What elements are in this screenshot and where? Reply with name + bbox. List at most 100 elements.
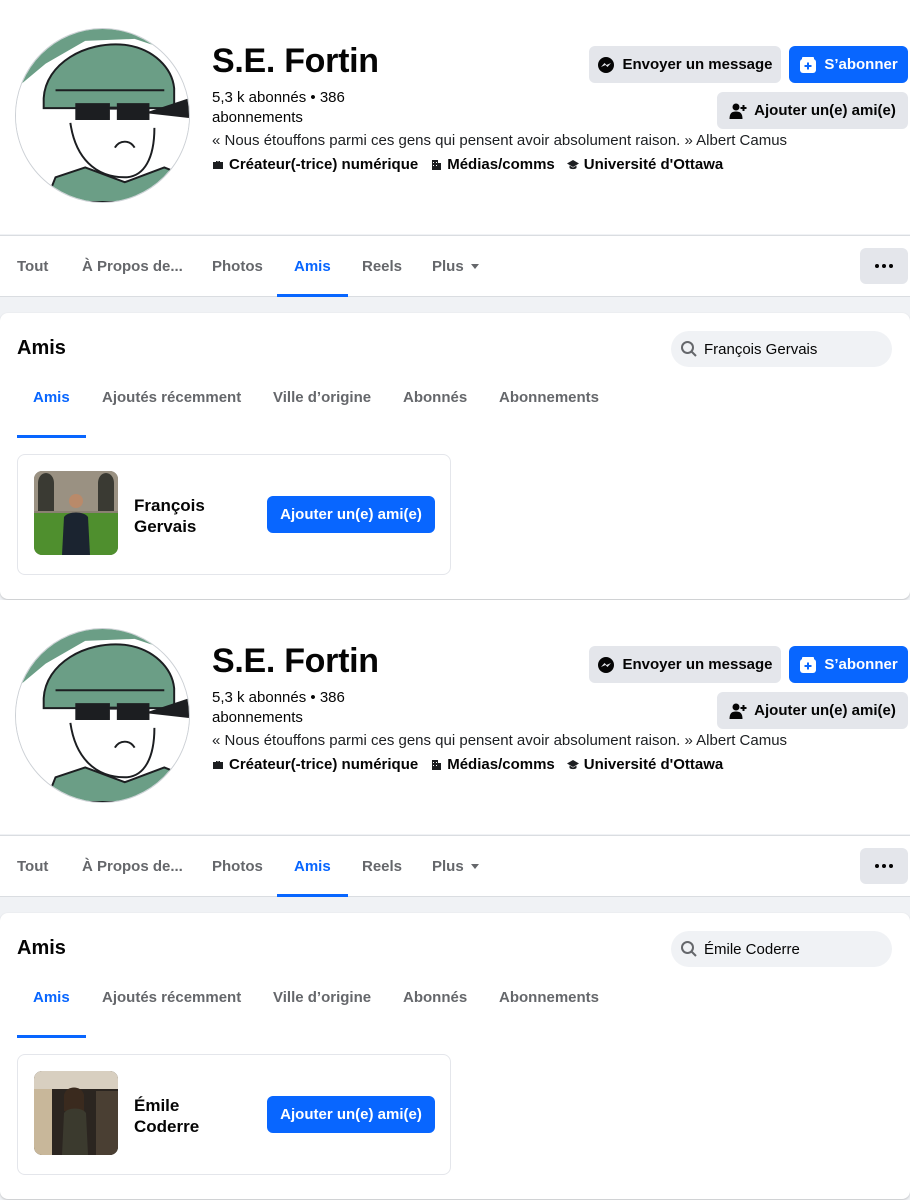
profile-tag-label: Médias/comms bbox=[447, 756, 555, 773]
subtab-hometown[interactable]: Ville d’origine bbox=[273, 989, 371, 1036]
friends-card: Amis Amis Ajoutés récemment Ville d’orig… bbox=[0, 913, 910, 1199]
messenger-icon bbox=[598, 56, 615, 73]
tab-more[interactable]: Plus bbox=[432, 836, 479, 896]
send-message-button[interactable]: Envoyer un message bbox=[589, 46, 781, 83]
tab-more-label: Plus bbox=[432, 857, 464, 875]
tab-about[interactable]: À Propos de... bbox=[82, 236, 183, 296]
tab-reels[interactable]: Reels bbox=[362, 836, 402, 896]
subscribe-icon bbox=[800, 56, 817, 73]
caret-down-icon bbox=[470, 863, 479, 869]
subtab-hometown[interactable]: Ville d’origine bbox=[273, 389, 371, 436]
profile-tabs: Tout À Propos de... Photos Amis Reels Pl… bbox=[0, 235, 910, 297]
subscribe-button[interactable]: S’abonner bbox=[789, 646, 908, 683]
friend-name[interactable]: François Gervais bbox=[134, 455, 244, 576]
friend-add-label: Ajouter un(e) ami(e) bbox=[280, 1106, 422, 1123]
profile-tag: Université d'Ottawa bbox=[566, 756, 724, 773]
profile-tag: Médias/comms bbox=[430, 756, 555, 773]
add-friend-button[interactable]: Ajouter un(e) ami(e) bbox=[717, 92, 908, 129]
friend-add-button[interactable]: Ajouter un(e) ami(e) bbox=[267, 496, 435, 533]
send-message-label: Envoyer un message bbox=[622, 56, 773, 73]
add-friend-button[interactable]: Ajouter un(e) ami(e) bbox=[717, 692, 908, 729]
add-friend-label: Ajouter un(e) ami(e) bbox=[754, 102, 896, 119]
profile-bio: « Nous étouffons parmi ces gens qui pens… bbox=[212, 732, 788, 749]
profile-name: S.E. Fortin bbox=[212, 42, 379, 80]
friend-result-card: François Gervais Ajouter un(e) ami(e) bbox=[17, 454, 451, 575]
profile-tag-label: Créateur(-trice) numérique bbox=[229, 756, 419, 773]
graduation-cap-icon bbox=[566, 759, 579, 769]
subscribe-icon bbox=[800, 656, 817, 673]
profile-stats[interactable]: 5,3 k abonnés • 386 abonnements bbox=[212, 688, 382, 728]
profile-tag: Université d'Ottawa bbox=[566, 156, 724, 173]
more-options-button[interactable] bbox=[860, 248, 908, 284]
profile-tags: Créateur(-trice) numérique Médias/comms … bbox=[212, 756, 723, 773]
subtab-following[interactable]: Abonnements bbox=[499, 989, 599, 1036]
profile-avatar[interactable] bbox=[15, 28, 190, 203]
subtab-following[interactable]: Abonnements bbox=[499, 389, 599, 436]
friend-add-label: Ajouter un(e) ami(e) bbox=[280, 506, 422, 523]
more-options-icon bbox=[875, 264, 879, 268]
tab-reels[interactable]: Reels bbox=[362, 236, 402, 296]
caret-down-icon bbox=[470, 263, 479, 269]
profile-name: S.E. Fortin bbox=[212, 642, 379, 680]
friends-card: Amis Amis Ajoutés récemment Ville d’orig… bbox=[0, 313, 910, 599]
tab-friends[interactable]: Amis bbox=[277, 836, 348, 897]
building-icon bbox=[432, 159, 442, 170]
search-icon bbox=[681, 941, 697, 957]
friends-search[interactable] bbox=[671, 931, 892, 967]
subscribe-button[interactable]: S’abonner bbox=[789, 46, 908, 83]
profile-header: S.E. Fortin 5,3 k abonnés • 386 abonneme… bbox=[0, 0, 910, 234]
briefcase-icon bbox=[213, 160, 223, 169]
profile-stats[interactable]: 5,3 k abonnés • 386 abonnements bbox=[212, 88, 382, 128]
briefcase-icon bbox=[213, 760, 223, 769]
search-input[interactable] bbox=[704, 331, 884, 367]
profile-header: S.E. Fortin 5,3 k abonnés • 386 abonneme… bbox=[0, 600, 910, 834]
subscribe-label: S’abonner bbox=[824, 656, 898, 673]
friend-photo-image bbox=[34, 1071, 118, 1155]
subtab-recent[interactable]: Ajoutés récemment bbox=[102, 989, 241, 1036]
tab-more[interactable]: Plus bbox=[432, 236, 479, 296]
friend-photo[interactable] bbox=[34, 1071, 118, 1155]
tab-about[interactable]: À Propos de... bbox=[82, 836, 183, 896]
subtab-friends[interactable]: Amis bbox=[17, 989, 86, 1038]
profile-tabs: Tout À Propos de... Photos Amis Reels Pl… bbox=[0, 835, 910, 897]
profile-tag-label: Créateur(-trice) numérique bbox=[229, 156, 419, 173]
profile-tag: Créateur(-trice) numérique bbox=[212, 756, 418, 773]
friend-photo[interactable] bbox=[34, 471, 118, 555]
tab-photos[interactable]: Photos bbox=[212, 836, 263, 896]
profile-tag: Médias/comms bbox=[430, 156, 555, 173]
subtab-friends[interactable]: Amis bbox=[17, 389, 86, 438]
subscribe-label: S’abonner bbox=[824, 56, 898, 73]
friend-photo-image bbox=[34, 471, 118, 555]
search-input[interactable] bbox=[704, 931, 884, 967]
tab-tout[interactable]: Tout bbox=[17, 236, 48, 296]
profile-avatar[interactable] bbox=[15, 628, 190, 803]
messenger-icon bbox=[598, 656, 615, 673]
profile-tag-label: Université d'Ottawa bbox=[583, 156, 724, 173]
avatar-illustration bbox=[16, 29, 189, 202]
friend-name[interactable]: Émile Coderre bbox=[134, 1055, 244, 1176]
profile-panel: S.E. Fortin 5,3 k abonnés • 386 abonneme… bbox=[0, 600, 910, 1200]
search-icon bbox=[681, 341, 697, 357]
add-friend-label: Ajouter un(e) ami(e) bbox=[754, 702, 896, 719]
profile-bio: « Nous étouffons parmi ces gens qui pens… bbox=[212, 132, 788, 149]
tab-friends[interactable]: Amis bbox=[277, 236, 348, 297]
send-message-button[interactable]: Envoyer un message bbox=[589, 646, 781, 683]
more-options-icon bbox=[875, 864, 879, 868]
friend-add-button[interactable]: Ajouter un(e) ami(e) bbox=[267, 1096, 435, 1133]
send-message-label: Envoyer un message bbox=[622, 656, 773, 673]
avatar-illustration bbox=[16, 629, 189, 802]
subtab-followers[interactable]: Abonnés bbox=[403, 989, 467, 1036]
tab-tout[interactable]: Tout bbox=[17, 836, 48, 896]
more-options-button[interactable] bbox=[860, 848, 908, 884]
friends-search[interactable] bbox=[671, 331, 892, 367]
profile-tag: Créateur(-trice) numérique bbox=[212, 156, 418, 173]
subtab-recent[interactable]: Ajoutés récemment bbox=[102, 389, 241, 436]
profile-panel: S.E. Fortin 5,3 k abonnés • 386 abonneme… bbox=[0, 0, 910, 600]
building-icon bbox=[432, 759, 442, 770]
tab-photos[interactable]: Photos bbox=[212, 236, 263, 296]
subtab-followers[interactable]: Abonnés bbox=[403, 389, 467, 436]
add-friend-icon bbox=[729, 703, 747, 719]
tab-more-label: Plus bbox=[432, 257, 464, 275]
friends-title: Amis bbox=[17, 337, 66, 359]
profile-tag-label: Université d'Ottawa bbox=[583, 756, 724, 773]
